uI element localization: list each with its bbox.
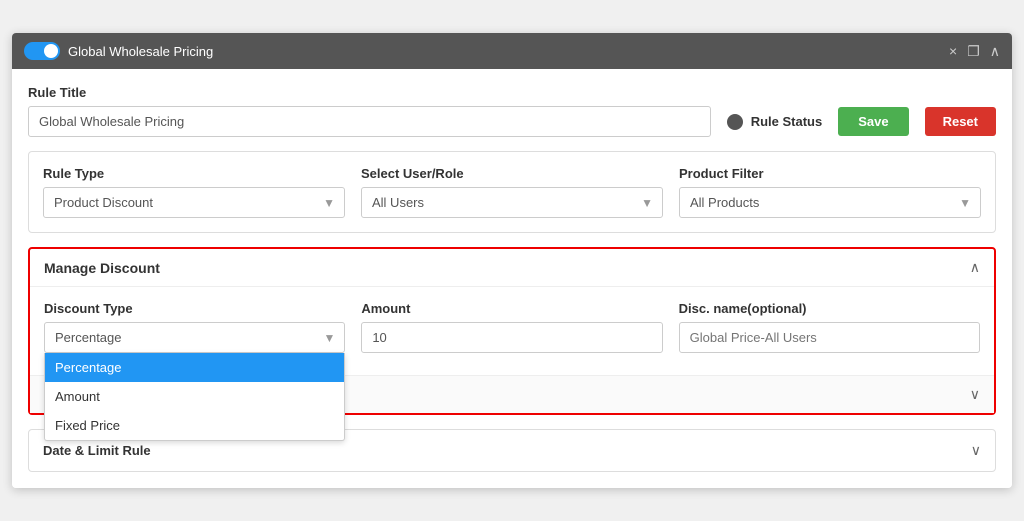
close-icon[interactable]: × (949, 43, 957, 59)
dropdown-item-amount[interactable]: Amount (45, 382, 344, 411)
user-role-select[interactable]: All Users Registered Users Guest Users (361, 187, 663, 218)
amount-label: Amount (361, 301, 662, 316)
rule-title-section: Rule Title Rule Status Save Reset (28, 85, 996, 137)
dropdown-item-fixed-price[interactable]: Fixed Price (45, 411, 344, 440)
titlebar: Global Wholesale Pricing × ❐ ∧ (12, 33, 1012, 69)
user-role-label: Select User/Role (361, 166, 663, 181)
rule-title-input[interactable] (28, 106, 711, 137)
dropdown-item-percentage[interactable]: Percentage (45, 353, 344, 382)
product-filter-group: Product Filter All Products Category Spe… (679, 166, 981, 218)
reset-button[interactable]: Reset (925, 107, 996, 136)
discount-type-dropdown-wrapper: ▼ Percentage Amount Fixed Price (44, 322, 345, 353)
amount-input[interactable] (361, 322, 662, 353)
rule-config-row: Rule Type Product Discount Bulk Discount… (28, 151, 996, 233)
discount-type-input[interactable] (44, 322, 345, 353)
manage-discount-collapse-icon[interactable]: ∧ (970, 259, 980, 276)
disc-name-input[interactable] (679, 322, 980, 353)
titlebar-left: Global Wholesale Pricing (24, 42, 213, 60)
rule-title-row: Rule Status Save Reset (28, 106, 996, 137)
toggle-switch[interactable] (24, 42, 60, 60)
rule-status-group: Rule Status (727, 114, 823, 130)
status-dot (727, 114, 743, 130)
titlebar-controls: × ❐ ∧ (949, 43, 1000, 60)
date-limit-expand-icon[interactable]: ∨ (971, 442, 981, 459)
discount-type-label: Discount Type (44, 301, 345, 316)
discount-type-col: Discount Type ▼ Percentage Amount Fixed … (44, 301, 345, 353)
amount-col: Amount (361, 301, 662, 353)
manage-discount-body: Discount Type ▼ Percentage Amount Fixed … (30, 287, 994, 375)
product-filter-select[interactable]: All Products Category Specific Products (679, 187, 981, 218)
disc-name-col: Disc. name(optional) (679, 301, 980, 353)
rule-title-label: Rule Title (28, 85, 996, 100)
rule-type-wrapper: Product Discount Bulk Discount Fixed Pri… (43, 187, 345, 218)
discount-type-dropdown: Percentage Amount Fixed Price (44, 353, 345, 441)
copy-icon[interactable]: ❐ (967, 43, 980, 60)
rule-status-label: Rule Status (751, 114, 823, 129)
manage-discount-header: Manage Discount ∧ (30, 249, 994, 287)
rule-type-group: Rule Type Product Discount Bulk Discount… (43, 166, 345, 218)
product-filter-wrapper: All Products Category Specific Products … (679, 187, 981, 218)
user-role-wrapper: All Users Registered Users Guest Users ▼ (361, 187, 663, 218)
rule-type-select[interactable]: Product Discount Bulk Discount Fixed Pri… (43, 187, 345, 218)
user-role-group: Select User/Role All Users Registered Us… (361, 166, 663, 218)
product-filter-label: Product Filter (679, 166, 981, 181)
manage-discount-grid: Discount Type ▼ Percentage Amount Fixed … (44, 301, 980, 353)
disc-name-label: Disc. name(optional) (679, 301, 980, 316)
manage-discount-section: Manage Discount ∧ Discount Type ▼ Percen… (28, 247, 996, 415)
conditions-expand-icon[interactable]: ∨ (970, 386, 980, 403)
main-window: Global Wholesale Pricing × ❐ ∧ Rule Titl… (12, 33, 1012, 488)
save-button[interactable]: Save (838, 107, 908, 136)
titlebar-title: Global Wholesale Pricing (68, 44, 213, 59)
collapse-icon[interactable]: ∧ (990, 43, 1000, 60)
manage-discount-title: Manage Discount (44, 260, 160, 276)
main-content: Rule Title Rule Status Save Reset Rule T… (12, 69, 1012, 488)
date-limit-title: Date & Limit Rule (43, 443, 151, 458)
rule-type-label: Rule Type (43, 166, 345, 181)
